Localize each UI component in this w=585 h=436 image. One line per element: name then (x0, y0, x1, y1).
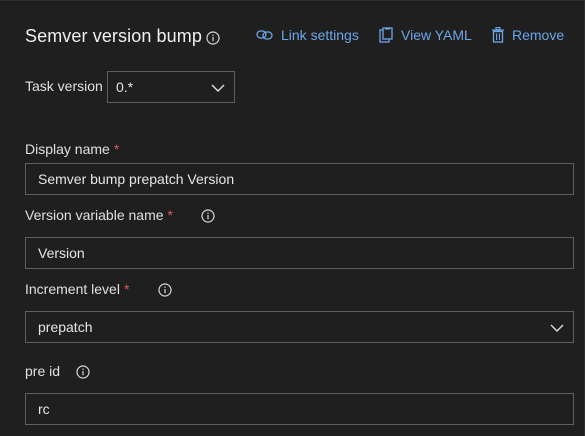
task-version-label: Task version (25, 78, 103, 94)
chevron-down-icon (211, 79, 225, 95)
increment-level-label-text: Increment level (25, 281, 120, 297)
increment-level-value: prepatch (38, 319, 93, 335)
task-version-select[interactable]: 0.* (107, 71, 235, 103)
version-variable-name-field[interactable]: Version (25, 237, 574, 269)
info-icon[interactable] (158, 283, 172, 297)
info-icon[interactable] (206, 31, 220, 45)
remove-label: Remove (512, 27, 565, 43)
increment-level-label: Increment level * (25, 281, 129, 297)
page-title: Semver version bump (25, 26, 202, 46)
increment-level-select[interactable]: prepatch (25, 311, 574, 343)
display-name-label: Display name * (25, 141, 119, 157)
trash-icon (491, 27, 505, 43)
pre-id-field[interactable]: rc (25, 393, 574, 425)
info-icon[interactable] (76, 365, 90, 379)
display-name-label-text: Display name (25, 141, 110, 157)
pre-id-label: pre id (25, 363, 61, 379)
remove-button[interactable]: Remove (491, 26, 564, 44)
link-settings-button[interactable]: Link settings (256, 26, 359, 44)
info-icon[interactable] (201, 209, 215, 223)
pre-id-value: rc (38, 401, 50, 417)
link-icon (256, 29, 274, 41)
chevron-down-icon (550, 319, 564, 335)
link-settings-label: Link settings (281, 27, 359, 43)
view-yaml-label: View YAML (401, 27, 472, 43)
display-name-value: Semver bump prepatch Version (38, 171, 235, 187)
required-marker: * (167, 207, 173, 223)
version-variable-name-value: Version (38, 245, 85, 261)
version-variable-name-label-text: Version variable name (25, 207, 164, 223)
task-version-value: 0.* (116, 79, 134, 95)
required-marker: * (113, 141, 120, 157)
required-marker: * (123, 281, 130, 297)
display-name-field[interactable]: Semver bump prepatch Version (25, 163, 574, 195)
version-variable-name-label: Version variable name * (25, 207, 173, 223)
clipboard-icon (378, 27, 394, 43)
task-settings-panel: Semver version bump Link settings View Y… (0, 0, 585, 436)
view-yaml-button[interactable]: View YAML (378, 26, 472, 44)
